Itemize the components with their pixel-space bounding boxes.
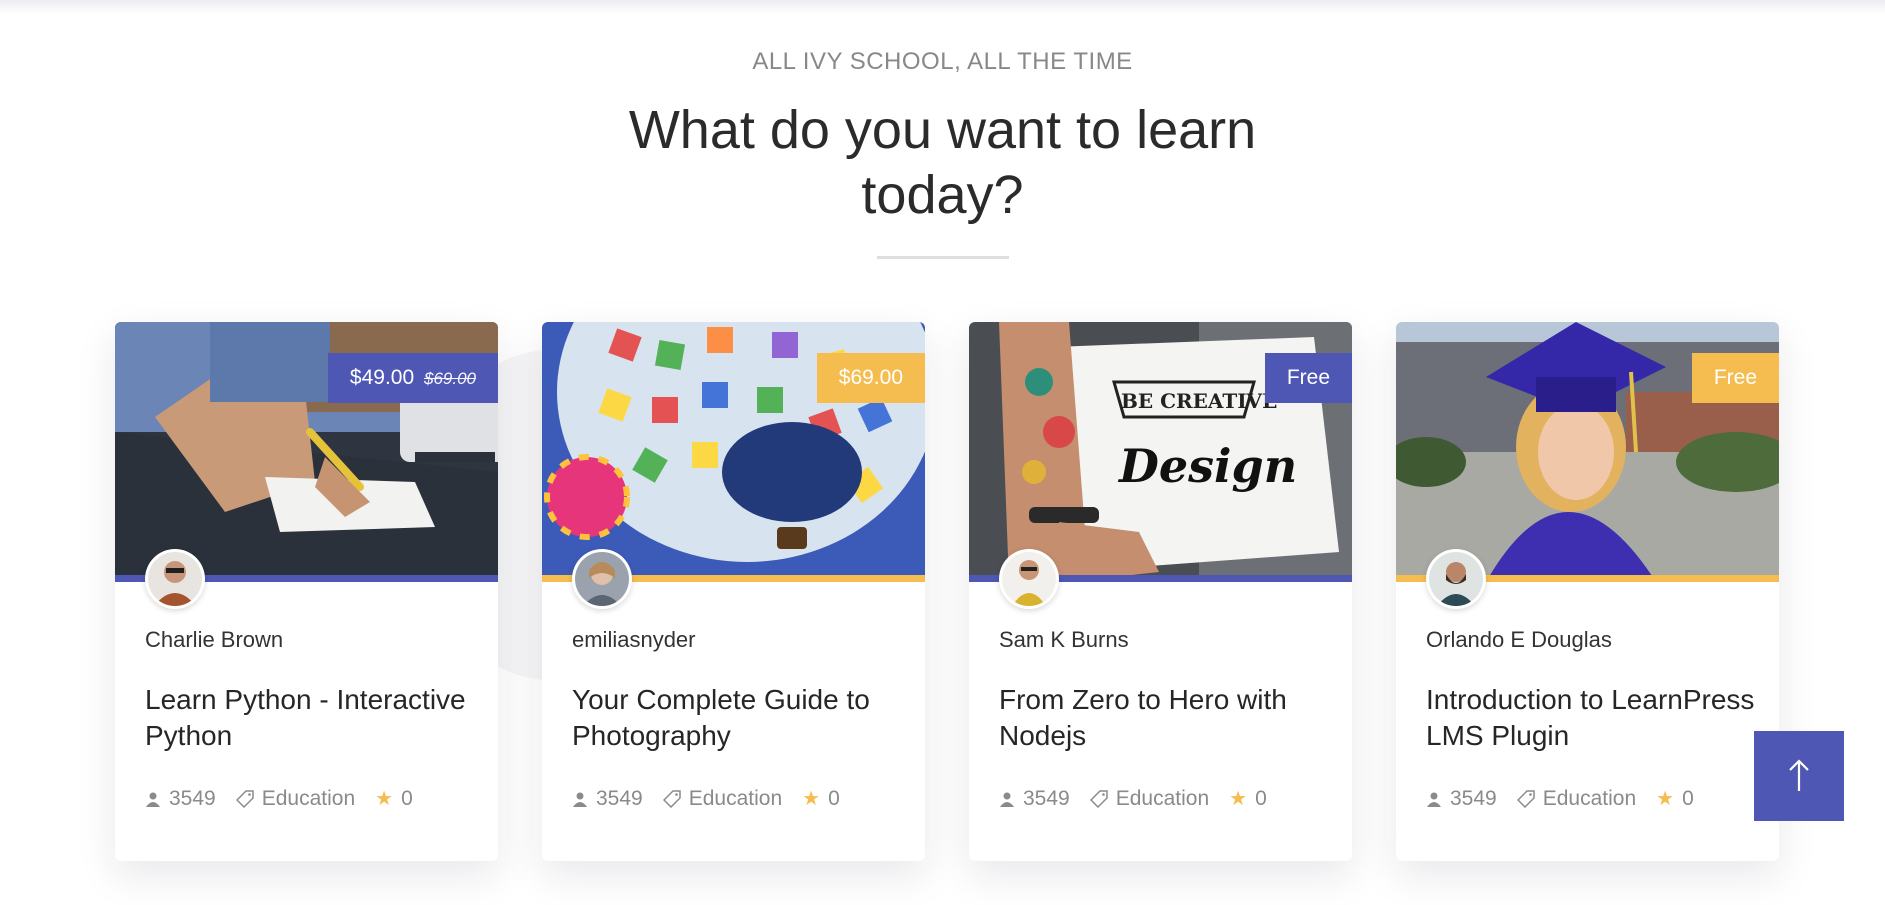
- students-count: 3549: [1426, 787, 1497, 811]
- students-count: 3549: [999, 787, 1070, 811]
- category-value: Education: [1115, 786, 1210, 810]
- rating-value: 0: [828, 786, 840, 810]
- students-count: 3549: [145, 787, 216, 811]
- section-header: ALL IVY SCHOOL, ALL THE TIME What do you…: [0, 48, 1885, 259]
- author-name[interactable]: Charlie Brown: [145, 627, 283, 653]
- course-thumbnail[interactable]: BE CREATIVE Design Free: [969, 322, 1352, 582]
- user-icon: [1427, 792, 1441, 807]
- author-name[interactable]: Sam K Burns: [999, 627, 1129, 653]
- author-avatar[interactable]: [572, 549, 632, 609]
- price-original: $69.00: [424, 369, 476, 388]
- user-icon: [1000, 792, 1014, 807]
- course-title[interactable]: Learn Python - Interactive Python: [145, 682, 480, 754]
- rating-value: 0: [1255, 786, 1267, 810]
- header-shadow: [0, 0, 1885, 14]
- course-card[interactable]: $49.00 $69.00 Charlie Brown Learn Python…: [115, 322, 498, 861]
- price-current: $49.00: [349, 366, 415, 389]
- user-icon: [573, 792, 587, 807]
- star-icon: ★: [802, 788, 821, 810]
- category-link[interactable]: Education: [662, 786, 783, 811]
- price-badge: $49.00 $69.00: [327, 353, 498, 403]
- tag-icon: [1516, 789, 1535, 808]
- avatar-image: [148, 552, 202, 606]
- author-name[interactable]: emiliasnyder: [572, 627, 696, 653]
- course-meta: 3549 Education ★ 0: [572, 786, 860, 811]
- course-meta: 3549 Education ★ 0: [999, 786, 1287, 811]
- page: ALL IVY SCHOOL, ALL THE TIME What do you…: [0, 0, 1885, 905]
- course-title[interactable]: Your Complete Guide to Photography: [572, 682, 907, 754]
- section-title: What do you want to learn today?: [628, 100, 1257, 225]
- category-link[interactable]: Education: [1089, 786, 1210, 811]
- price-current: $69.00: [838, 366, 903, 389]
- students-value: 3549: [1023, 786, 1070, 810]
- course-meta: 3549 Education ★ 0: [1426, 786, 1714, 811]
- rating: ★ 0: [1229, 786, 1267, 811]
- tag-icon: [235, 789, 254, 808]
- category-link[interactable]: Education: [235, 786, 356, 811]
- avatar-image: [575, 552, 629, 606]
- arrow-up-icon: [1789, 759, 1809, 791]
- author-avatar[interactable]: [145, 549, 205, 609]
- course-card[interactable]: $69.00 emiliasnyder Your Complete Guide …: [542, 322, 925, 861]
- scroll-to-top-button[interactable]: [1754, 731, 1844, 821]
- price-current: Free: [1713, 366, 1757, 389]
- author-avatar[interactable]: [1426, 549, 1486, 609]
- star-icon: ★: [1656, 788, 1675, 810]
- tag-icon: [1089, 789, 1108, 808]
- price-current: Free: [1286, 366, 1330, 389]
- category-value: Education: [688, 786, 783, 810]
- title-divider: [876, 256, 1009, 259]
- course-grid: $49.00 $69.00 Charlie Brown Learn Python…: [115, 322, 1780, 862]
- price-badge: Free: [1264, 353, 1352, 403]
- author-name[interactable]: Orlando E Douglas: [1426, 627, 1612, 653]
- svg-text:BE CREATIVE: BE CREATIVE: [1121, 389, 1277, 413]
- star-icon: ★: [1229, 788, 1248, 810]
- course-meta: 3549 Education ★ 0: [145, 786, 433, 811]
- rating: ★ 0: [802, 786, 840, 811]
- price-badge: Free: [1691, 353, 1779, 403]
- avatar-image: [1429, 552, 1483, 606]
- star-icon: ★: [375, 788, 394, 810]
- category-value: Education: [1542, 786, 1637, 810]
- author-avatar[interactable]: [999, 549, 1059, 609]
- category-link[interactable]: Education: [1516, 786, 1637, 811]
- students-value: 3549: [169, 786, 216, 810]
- tag-icon: [662, 789, 681, 808]
- students-value: 3549: [596, 786, 643, 810]
- course-title[interactable]: From Zero to Hero with Nodejs: [999, 682, 1334, 754]
- course-card[interactable]: BE CREATIVE Design Free Sam K Burns From…: [969, 322, 1352, 861]
- rating-value: 0: [401, 786, 413, 810]
- course-card[interactable]: Free Orlando E Douglas Introduction to L…: [1396, 322, 1779, 861]
- rating: ★ 0: [375, 786, 413, 811]
- user-icon: [146, 792, 160, 807]
- students-value: 3549: [1450, 786, 1497, 810]
- category-value: Education: [261, 786, 356, 810]
- price-badge: $69.00: [816, 353, 925, 403]
- svg-text:Design: Design: [1117, 439, 1297, 493]
- course-thumbnail[interactable]: Free: [1396, 322, 1779, 582]
- course-thumbnail[interactable]: $49.00 $69.00: [115, 322, 498, 582]
- avatar-image: [1002, 552, 1056, 606]
- rating: ★ 0: [1656, 786, 1694, 811]
- rating-value: 0: [1682, 786, 1694, 810]
- students-count: 3549: [572, 787, 643, 811]
- course-title[interactable]: Introduction to LearnPress LMS Plugin: [1426, 682, 1761, 754]
- course-thumbnail[interactable]: $69.00: [542, 322, 925, 582]
- section-subtitle: ALL IVY SCHOOL, ALL THE TIME: [752, 48, 1133, 75]
